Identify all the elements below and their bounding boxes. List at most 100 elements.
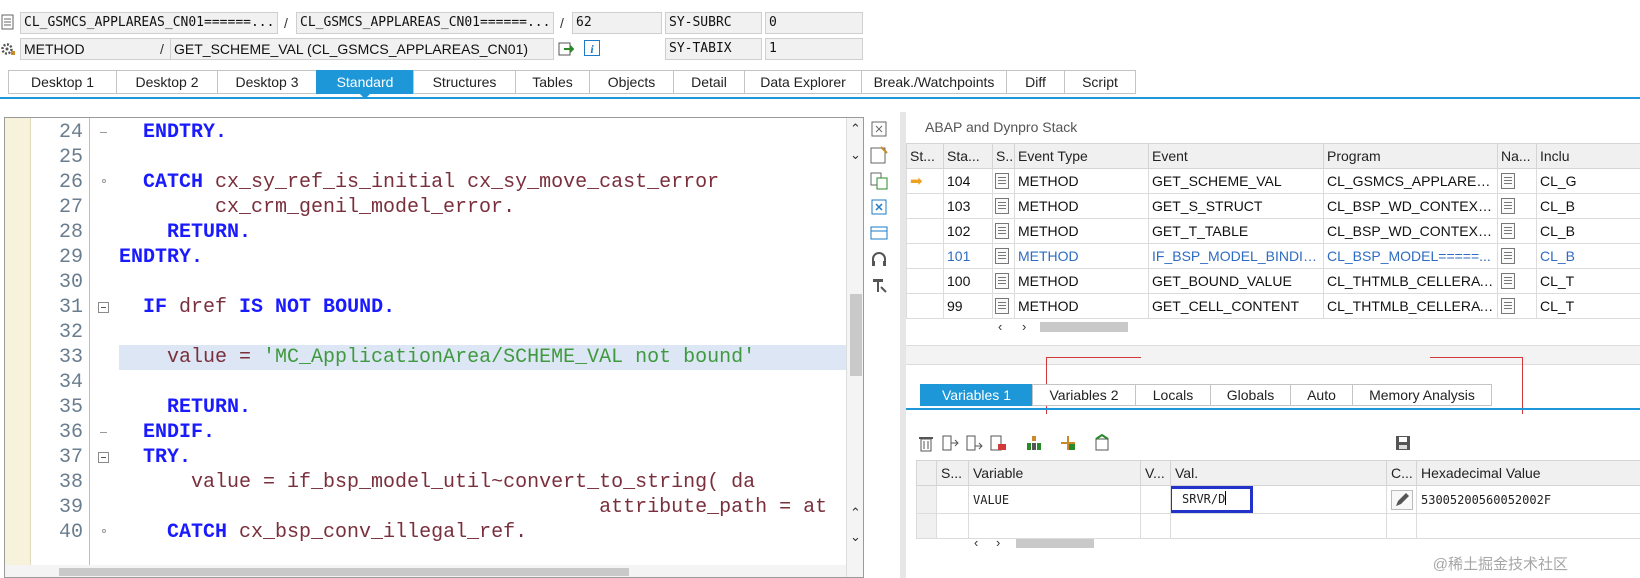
program-cell[interactable]: CL_BSP_MODEL=====... <box>1323 243 1498 269</box>
row-selector[interactable] <box>916 485 937 514</box>
col-header-stack-level[interactable]: Sta... <box>943 143 993 169</box>
col-header-state[interactable]: St... <box>906 143 944 169</box>
state-cell[interactable] <box>906 293 944 319</box>
chevron-down-icon[interactable]: ⌄ <box>850 148 861 162</box>
col-header-state[interactable]: S... <box>936 460 969 486</box>
program-cell[interactable]: CL_THTMLB_CELLERATO... <box>1323 268 1498 294</box>
navigate-icon[interactable] <box>558 41 574 57</box>
sysvar-value-tabix[interactable]: 1 <box>765 38 863 60</box>
code-area[interactable]: ENDTRY. CATCH cx_sy_ref_is_initial cx_sy… <box>119 118 847 577</box>
tab-breakpoints[interactable]: Break./Watchpoints <box>861 70 1006 94</box>
collapse-icon[interactable] <box>98 302 109 313</box>
table-row[interactable]: 103 METHOD GET_S_STRUCT CL_BSP_WD_CONTEXT_.… <box>906 193 1640 219</box>
code-line[interactable]: cx_crm_genil_model_error. <box>119 195 515 220</box>
chevron-right-icon[interactable]: › <box>1022 320 1026 334</box>
navigate-icon[interactable] <box>1501 273 1515 289</box>
tab-standard[interactable]: Standard <box>316 70 413 99</box>
tab-variables-1[interactable]: Variables 1 <box>920 384 1032 406</box>
table-row[interactable]: 102 METHOD GET_T_TABLE CL_BSP_WD_CONTEXT_..… <box>906 218 1640 244</box>
save-icon[interactable] <box>1394 434 1412 452</box>
chevron-left-icon[interactable]: ‹ <box>998 320 1002 334</box>
event-type-cell[interactable]: METHOD <box>1014 193 1149 219</box>
col-header-s[interactable]: S... <box>992 143 1015 169</box>
scroll-up-icon[interactable]: ⌃ <box>850 506 861 520</box>
value-input-highlighted[interactable]: SRVR/D <box>1171 486 1253 513</box>
chevron-right-icon[interactable]: › <box>996 536 1000 550</box>
change-cell[interactable] <box>1386 513 1417 539</box>
state-cell[interactable] <box>906 218 944 244</box>
trash-icon[interactable] <box>917 434 935 452</box>
tab-desktop-3[interactable]: Desktop 3 <box>217 70 316 94</box>
pencil-icon[interactable] <box>1391 489 1413 510</box>
editor-vertical-scrollbar[interactable]: ⌃ ⌄ ⌃ ⌄ <box>846 118 863 577</box>
stack-level-cell[interactable]: 100 <box>943 268 993 294</box>
breakpoint-gutter[interactable] <box>5 118 31 577</box>
export-icon[interactable] <box>1093 434 1111 452</box>
event-type-cell[interactable]: METHOD <box>1014 243 1149 269</box>
scroll-up-icon[interactable]: ⌃ <box>850 122 861 136</box>
variables-hscroll-thumb[interactable] <box>1016 539 1094 548</box>
tab-structures[interactable]: Structures <box>413 70 515 94</box>
method-name-field[interactable]: GET_SCHEME_VAL (CL_GSMCS_APPLAREAS_CN01) <box>170 38 554 60</box>
change-cell[interactable] <box>1386 485 1417 514</box>
code-line[interactable]: TRY. <box>119 445 191 470</box>
navigate-cell[interactable] <box>1497 218 1537 244</box>
table-row[interactable]: 101 METHOD IF_BSP_MODEL_BINDING... CL_BSP_M… <box>906 243 1640 269</box>
structure-icon[interactable] <box>1025 434 1043 452</box>
editor-scroll-thumb[interactable] <box>850 294 862 376</box>
event-cell[interactable]: GET_CELL_CONTENT <box>1148 293 1324 319</box>
editor-horizontal-scrollbar[interactable] <box>5 565 846 577</box>
tab-memory-analysis[interactable]: Memory Analysis <box>1352 384 1492 406</box>
code-line[interactable]: RETURN. <box>119 395 251 420</box>
state-cell[interactable] <box>906 268 944 294</box>
tab-diff[interactable]: Diff <box>1006 70 1064 94</box>
code-line[interactable]: value = 'MC_ApplicationArea/SCHEME_VAL n… <box>119 345 847 370</box>
stack-hscroll-thumb[interactable] <box>1040 322 1128 332</box>
include-cell[interactable]: CL_B <box>1536 243 1640 269</box>
col-header-program[interactable]: Program <box>1323 143 1498 169</box>
table-row[interactable]: 100 METHOD GET_BOUND_VALUE CL_THTMLB_CELLER… <box>906 268 1640 294</box>
code-line[interactable]: ENDTRY. <box>119 120 227 145</box>
variables-horizontal-scrollbar[interactable]: ‹ › <box>970 536 1100 550</box>
window-icon[interactable] <box>869 223 889 243</box>
collapse-icon[interactable] <box>98 452 109 463</box>
info-icon[interactable]: i <box>584 40 600 56</box>
navigate-icon[interactable] <box>1501 298 1515 314</box>
col-header-event-type[interactable]: Event Type <box>1014 143 1149 169</box>
table-row[interactable]: ➡ 104 METHOD GET_SCHEME_VAL CL_GSMCS_APPLARE… <box>906 168 1640 194</box>
col-header-value[interactable]: Val. <box>1170 460 1387 486</box>
horizontal-splitter[interactable] <box>906 345 1640 365</box>
col-header-hex-value[interactable]: Hexadecimal Value <box>1416 460 1640 486</box>
code-line[interactable]: CATCH cx_sy_ref_is_initial cx_sy_move_ca… <box>119 170 719 195</box>
variable-name-cell[interactable] <box>968 513 1141 539</box>
tab-detail[interactable]: Detail <box>673 70 744 94</box>
program-cell[interactable]: CL_THTMLB_CELLERATO... <box>1323 293 1498 319</box>
delete-row-icon[interactable] <box>989 434 1007 452</box>
move-icon[interactable] <box>1059 434 1077 452</box>
code-line[interactable]: CATCH cx_bsp_conv_illegal_ref. <box>119 520 527 545</box>
line-number-field[interactable]: 62 <box>572 12 662 34</box>
navigate-cell[interactable] <box>1497 193 1537 219</box>
navigate-cell[interactable] <box>1497 243 1537 269</box>
navigate-icon[interactable] <box>1501 173 1515 189</box>
copy-icon[interactable] <box>869 171 889 191</box>
event-type-cell[interactable]: METHOD <box>1014 268 1149 294</box>
stack-level-cell[interactable]: 99 <box>943 293 993 319</box>
row-selector[interactable] <box>916 513 937 539</box>
event-type-cell[interactable]: METHOD <box>1014 293 1149 319</box>
program-cell[interactable]: CL_BSP_WD_CONTEXT_... <box>1323 218 1498 244</box>
navigate-icon[interactable] <box>1501 248 1515 264</box>
chevron-left-icon[interactable]: ‹ <box>974 536 978 550</box>
tab-objects[interactable]: Objects <box>589 70 673 94</box>
editor-hscroll-thumb[interactable] <box>59 568 629 576</box>
stack-level-cell[interactable]: 102 <box>943 218 993 244</box>
insert-row-icon[interactable] <box>941 434 959 452</box>
code-line[interactable]: ENDTRY. <box>119 245 203 270</box>
navigate-cell[interactable] <box>1497 293 1537 319</box>
hex-value-cell[interactable]: 53005200560052002F <box>1416 485 1640 514</box>
chevron-down-icon[interactable]: ⌄ <box>850 530 861 544</box>
event-cell[interactable]: GET_S_STRUCT <box>1148 193 1324 219</box>
state-cell[interactable] <box>906 193 944 219</box>
navigate-cell[interactable] <box>1497 268 1537 294</box>
tab-desktop-1[interactable]: Desktop 1 <box>8 70 116 94</box>
